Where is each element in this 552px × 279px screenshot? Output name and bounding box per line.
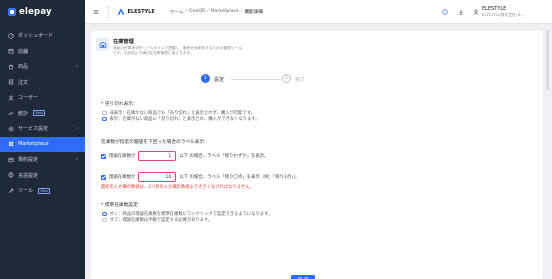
- breadcrumb-oneqr[interactable]: OneQR: [189, 9, 205, 15]
- standard-stock-title: * 標準在庫数設定:: [101, 203, 140, 208]
- sidebar-item-label: ツール: [18, 188, 34, 195]
- radio-label: オフ：理論在庫数は手動で設定する必要があります。: [109, 218, 213, 223]
- validation-warning: 最初の入力欄の数値は、2つ目の入力欄の数値より大きくなければなりません。: [101, 185, 254, 190]
- download-icon[interactable]: [458, 9, 464, 15]
- standard-option-off[interactable]: オフ：理論在庫数は手動で設定する必要があります。: [102, 217, 531, 223]
- threshold-row-1: 理論在庫数が 1 以下 の場合、ラベル「残りわずか」を表示。: [101, 150, 531, 162]
- settings-form: * 売り切れ表示: 非表示：在庫がない商品でも「売り切れ」と表示されず、購入が可…: [101, 101, 531, 223]
- content-card: 在庫管理 商品の在庫状況をリアルタイムで把握し、販売を効率化するための管理ツール…: [91, 31, 543, 279]
- threshold-2-suffix: 以下 の場合、ラベル「残り〇点」を表示（例：「残り3点」)。: [179, 175, 300, 180]
- radio-show[interactable]: [102, 116, 107, 122]
- sidebar-item-label: ユーザー: [18, 95, 38, 102]
- radio-hide[interactable]: [102, 110, 107, 116]
- soldout-title: * 売り切れ表示:: [101, 102, 135, 107]
- sidebar: elepay ダッシュボード 店舗 商品 注文 ユーザー 統計 Beta サービ…: [0, 0, 85, 279]
- threshold-2-prefix: 理論在庫数が: [109, 175, 136, 180]
- marketplace-icon: [8, 141, 14, 147]
- sidebar-item-service-settings[interactable]: サービス設定: [0, 121, 85, 137]
- gear-icon: [8, 126, 14, 132]
- wrench-icon: [8, 188, 14, 194]
- menu-toggle-icon[interactable]: [93, 9, 99, 15]
- step-connector: [231, 78, 281, 79]
- user-avatar-icon[interactable]: [473, 9, 479, 15]
- user-menu[interactable]: ELESTYLE ELESTYLE株式会社(ス...: [482, 6, 552, 18]
- brand-name: elepay: [19, 7, 52, 17]
- sidebar-nav: ダッシュボード 店舗 商品 注文 ユーザー 統計 Beta サービス設定 Mar…: [0, 28, 85, 199]
- threshold-1-input[interactable]: 1: [138, 151, 177, 161]
- elepay-logo-icon: [8, 8, 16, 16]
- company-name: ELESTYLE: [127, 8, 155, 15]
- threshold-1-prefix: 理論在庫数が: [109, 154, 136, 159]
- page-title: 在庫管理: [113, 39, 134, 45]
- sidebar-item-store[interactable]: 店舗: [0, 44, 85, 60]
- top-bar: ELESTYLE ホーム / OneQR / Marketplace / 機能詳細 ?…: [85, 0, 552, 24]
- chevron-down-icon: [75, 127, 79, 129]
- threshold-2-input[interactable]: 10: [138, 172, 177, 182]
- sidebar-item-label: 統計: [18, 110, 29, 117]
- sidebar-item-label: 商品: [18, 64, 29, 71]
- sidebar-item-marketplace[interactable]: Marketplace: [0, 136, 85, 152]
- breadcrumb-separator: /: [240, 8, 243, 14]
- sidebar-item-language[interactable]: 言語設定: [0, 168, 85, 184]
- chevron-down-icon: [75, 65, 79, 67]
- threshold-2-checkbox[interactable]: [101, 174, 106, 180]
- sidebar-item-label: 言語設定: [18, 172, 39, 179]
- step-1-indicator: 1: [201, 74, 210, 83]
- sidebar-item-stats[interactable]: 統計 Beta: [0, 106, 85, 122]
- globe-icon: [8, 172, 14, 178]
- sidebar-item-terms[interactable]: 規約設定: [0, 152, 85, 168]
- breadcrumb-home[interactable]: ホーム: [170, 9, 184, 15]
- terms-icon: [8, 157, 14, 163]
- sidebar-item-label: Marketplace: [18, 141, 49, 148]
- sidebar-item-label: ダッシュボード: [18, 33, 54, 40]
- step-2-label: 完了: [295, 76, 306, 83]
- product-icon: [8, 64, 14, 70]
- svg-text:?: ?: [444, 10, 446, 14]
- soldout-option-show[interactable]: 表示：在庫がない商品に「売り切れ」と表示され、購入ができなくなります。: [102, 116, 531, 122]
- label-section-title: 在庫数が指定の閾値を下回った場合のラベル表示:: [101, 140, 206, 145]
- beta-badge: Beta: [38, 187, 51, 194]
- stepper: 1 設定 2 完了: [91, 73, 543, 85]
- inventory-icon: [96, 38, 109, 51]
- sidebar-item-orders[interactable]: 注文: [0, 75, 85, 91]
- sidebar-item-label: 注文: [18, 79, 29, 86]
- radio-label: 表示：在庫がない商品に「売り切れ」と表示され、購入ができなくなります。: [109, 117, 260, 122]
- breadcrumb-current: 機能詳細: [244, 9, 263, 15]
- sidebar-item-dashboard[interactable]: ダッシュボード: [0, 28, 85, 44]
- step-1-label: 設定: [214, 76, 225, 83]
- sidebar-item-users[interactable]: ユーザー: [0, 90, 85, 106]
- breadcrumb-separator: /: [185, 8, 187, 14]
- page-description: 商品の在庫状況をリアルタイムで把握し、販売を効率化するための管理ツールです。欠品…: [113, 46, 242, 55]
- sidebar-item-label: 規約設定: [18, 157, 39, 164]
- chart-icon: [8, 110, 14, 116]
- store-icon: [8, 48, 14, 54]
- topbar-actions: ? ELESTYLE ELESTYLE株式会社(ス...: [442, 0, 552, 24]
- user-org: ELESTYLE株式会社(ス...: [482, 12, 525, 17]
- confirm-button[interactable]: 確 認: [291, 275, 315, 279]
- step-2-indicator: 2: [282, 74, 291, 83]
- threshold-1-suffix: 以下 の場合、ラベル「残りわずか」を表示。: [179, 154, 269, 159]
- page-scrollbar[interactable]: [546, 30, 549, 90]
- topbar-divider: [108, 4, 109, 19]
- order-icon: [8, 79, 14, 85]
- chevron-down-icon: [75, 158, 79, 160]
- sidebar-item-label: 店舗: [18, 48, 29, 55]
- help-icon[interactable]: ?: [442, 9, 448, 15]
- beta-badge: Beta: [33, 110, 46, 117]
- radio-on[interactable]: [102, 211, 107, 217]
- dashboard-icon: [8, 33, 14, 39]
- radio-off[interactable]: [102, 217, 107, 223]
- sidebar-item-tools[interactable]: ツール Beta: [0, 183, 85, 199]
- feature-header: 在庫管理 商品の在庫状況をリアルタイムで把握し、販売を効率化するための管理ツール…: [96, 38, 243, 56]
- breadcrumb-marketplace[interactable]: Marketplace: [211, 9, 239, 15]
- breadcrumb-separator: /: [207, 8, 209, 14]
- company-logo-icon: [117, 8, 124, 15]
- brand-logo[interactable]: elepay: [0, 0, 85, 24]
- sidebar-item-products[interactable]: 商品: [0, 59, 85, 75]
- breadcrumb: ホーム / OneQR / Marketplace / 機能詳細: [170, 9, 263, 15]
- user-icon: [8, 95, 14, 101]
- sidebar-item-label: サービス設定: [18, 126, 49, 133]
- threshold-1-checkbox[interactable]: [101, 153, 106, 159]
- threshold-row-2: 理論在庫数が 10 以下 の場合、ラベル「残り〇点」を表示（例：「残り3点」)。: [101, 171, 531, 183]
